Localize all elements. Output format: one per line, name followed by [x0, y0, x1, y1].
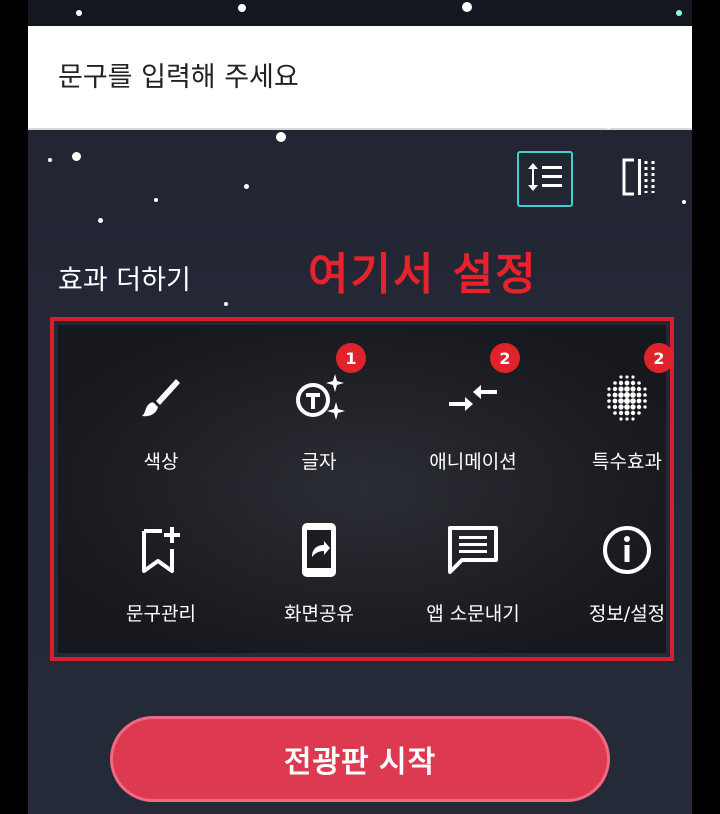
effect-phrase-manage[interactable]: 문구관리: [86, 501, 236, 641]
top-preview-strip: [28, 0, 692, 26]
line-spacing-button[interactable]: [517, 151, 573, 207]
message-icon: [438, 515, 508, 585]
star-decoration: [682, 200, 686, 204]
star-decoration: [98, 218, 103, 223]
star-decoration: [244, 184, 249, 189]
line-spacing-icon: [526, 160, 564, 198]
effect-label: 문구관리: [126, 603, 196, 625]
effect-label: 정보/설정: [588, 603, 666, 625]
effect-label: 글자: [301, 451, 337, 473]
start-sign-button[interactable]: 전광판 시작: [110, 716, 610, 802]
star-decoration: [76, 10, 82, 16]
effect-special[interactable]: 2 특수효과: [552, 343, 692, 489]
star-decoration: [238, 4, 246, 12]
annotation-text: 여기서 설정: [308, 249, 538, 300]
left-margin: [0, 0, 28, 814]
effect-screen-share[interactable]: 화면공유: [244, 501, 394, 641]
right-margin: [692, 0, 720, 814]
effect-animation[interactable]: 2 애니메이션: [398, 343, 548, 489]
star-decoration: [48, 158, 52, 162]
effect-share-app[interactable]: 앱 소문내기: [398, 501, 548, 641]
notification-badge: 1: [336, 343, 366, 373]
effect-label: 화면공유: [284, 603, 354, 625]
star-decoration: [154, 198, 158, 202]
notification-badge: 2: [490, 343, 520, 373]
effects-highlight-frame: 색상 1 글자 2 애니메이션 2 특수효과 문구관리 화면공유 앱 소문내기 …: [50, 317, 674, 661]
effect-label: 앱 소문내기: [426, 603, 520, 625]
info-icon: [592, 515, 662, 585]
star-decoration: [224, 302, 228, 306]
app-screen: 효과 더하기 여기서 설정 색상 1: [28, 0, 692, 814]
message-input[interactable]: [58, 61, 658, 93]
effect-info-settings[interactable]: 정보/설정: [552, 501, 692, 641]
section-title: 효과 더하기: [58, 265, 191, 296]
vertical-align-button[interactable]: [612, 151, 668, 207]
star-decoration: [462, 2, 472, 12]
effect-color[interactable]: 색상: [86, 349, 236, 489]
effect-label: 애니메이션: [429, 451, 517, 473]
brush-icon: [126, 363, 196, 433]
vertical-align-icon: [620, 157, 660, 201]
effect-label: 특수효과: [592, 451, 662, 473]
text-input-area[interactable]: [28, 26, 692, 130]
text-sparkle-icon: [284, 363, 354, 433]
star-decoration: [276, 132, 286, 142]
phone-share-icon: [284, 515, 354, 585]
bookmark-add-icon: [126, 515, 196, 585]
effect-text[interactable]: 1 글자: [244, 343, 394, 489]
star-decoration: [676, 10, 682, 16]
arrows-inward-icon: [438, 363, 508, 433]
star-decoration: [72, 152, 81, 161]
star-decoration: [606, 124, 611, 129]
dots-sphere-icon: [592, 363, 662, 433]
effects-grid: 색상 1 글자 2 애니메이션 2 특수효과 문구관리 화면공유 앱 소문내기 …: [58, 325, 674, 653]
effect-label: 색상: [143, 451, 179, 473]
notification-badge: 2: [644, 343, 674, 373]
